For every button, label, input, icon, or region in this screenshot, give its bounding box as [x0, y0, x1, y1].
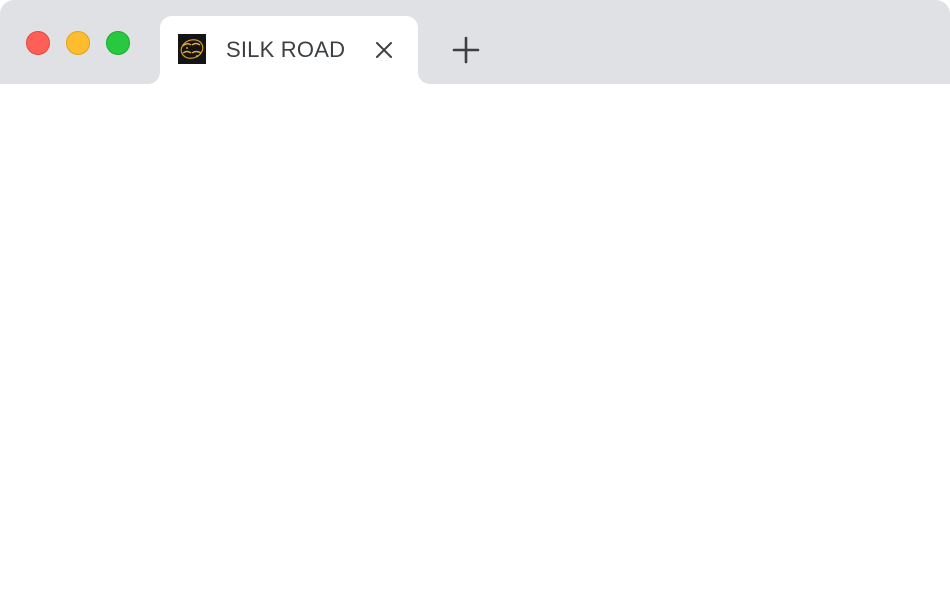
browser-window: SILK ROAD — [0, 0, 950, 600]
plus-icon[interactable] — [450, 34, 482, 66]
window-minimize-button[interactable] — [66, 31, 90, 55]
tab-bar: SILK ROAD — [0, 0, 950, 84]
window-close-button[interactable] — [26, 31, 50, 55]
page-content — [0, 84, 950, 600]
tab-silk-road[interactable]: SILK ROAD — [160, 16, 418, 84]
tab-title: SILK ROAD — [226, 37, 346, 62]
window-zoom-button[interactable] — [106, 31, 130, 55]
close-icon[interactable] — [372, 38, 396, 62]
silk-road-logo-icon — [178, 34, 206, 64]
